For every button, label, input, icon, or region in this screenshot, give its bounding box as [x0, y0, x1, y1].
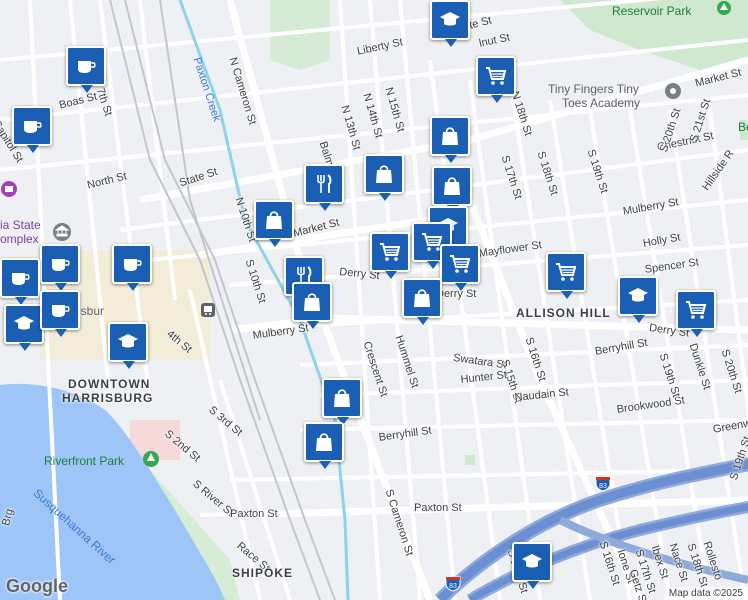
shopping-bag-icon — [444, 177, 460, 195]
area-allison-hill: ALLISON HILL — [516, 306, 611, 320]
shopping-cart-icon — [450, 255, 471, 273]
park-tree-icon — [143, 451, 159, 467]
map-pin-education[interactable] — [430, 0, 470, 47]
label-park-right-edge: Be — [738, 120, 748, 134]
poi-capitol-line2: omplex — [0, 232, 39, 246]
map-pin-store[interactable] — [402, 278, 442, 325]
map-pin-education[interactable] — [618, 276, 658, 323]
map-attribution[interactable]: Map data ©2025 — [663, 587, 748, 600]
shopping-cart-icon — [380, 243, 401, 261]
graduation-cap-icon — [14, 316, 34, 330]
shopping-bag-icon — [266, 211, 282, 229]
map-pin-store[interactable] — [364, 154, 404, 201]
graduation-cap-icon — [522, 554, 542, 568]
museum-icon[interactable] — [0, 180, 18, 198]
area-downtown-line2: HARRISBURG — [62, 391, 154, 405]
i83-south-label: 83 — [449, 583, 457, 590]
map-pin-store[interactable] — [292, 282, 332, 329]
shopping-cart-icon — [556, 263, 577, 281]
graduation-cap-icon — [628, 288, 648, 302]
poi-harrisburg-partial: isbur — [78, 304, 105, 318]
map-pin-store[interactable] — [432, 166, 472, 213]
label-reservoir-park: Reservoir Park — [612, 4, 692, 18]
map-pin-education[interactable] — [4, 304, 44, 351]
interstate-shield-icon: 83 — [595, 476, 611, 492]
coffee-cup-icon — [78, 61, 96, 73]
street-paxton-st: Paxton St — [414, 502, 462, 514]
map-pin-store[interactable] — [304, 422, 344, 469]
interstate-shield-icon: 83 — [445, 576, 461, 592]
map-pin-shopping[interactable] — [546, 252, 586, 299]
street-paxton-st-left: Paxton St — [230, 508, 278, 520]
coffee-cup-icon — [52, 305, 70, 317]
coffee-cup-icon — [52, 259, 70, 271]
area-downtown-line1: DOWNTOWN — [68, 377, 151, 391]
map-pin-education[interactable] — [108, 322, 148, 369]
label-riverfront-park: Riverfront Park — [44, 454, 125, 468]
map-pin-cafe[interactable] — [0, 258, 40, 305]
map-pin-store[interactable] — [430, 116, 470, 163]
poi-capitol-line1: ia State — [0, 218, 41, 232]
map-pin-cafe[interactable] — [40, 244, 80, 291]
park-tree-icon — [717, 1, 731, 15]
train-station-icon[interactable] — [200, 302, 216, 318]
map-pin-restaurant[interactable] — [304, 164, 344, 211]
map-pin-cafe[interactable] — [12, 106, 52, 153]
shopping-bag-icon — [414, 289, 430, 307]
graduation-cap-icon — [440, 12, 460, 26]
map-pin-cafe[interactable] — [112, 244, 152, 291]
shopping-bag-icon — [442, 127, 458, 145]
map-pin-education[interactable] — [512, 542, 552, 589]
map-pin-shopping[interactable] — [440, 244, 480, 291]
map-pin-shopping[interactable] — [676, 290, 716, 337]
shopping-bag-icon — [334, 389, 350, 407]
map-pin-store[interactable] — [322, 378, 362, 425]
landmark-icon[interactable] — [52, 222, 72, 242]
i83-east-label: 83 — [599, 483, 607, 490]
google-logo: Google — [6, 576, 68, 596]
graduation-cap-icon — [118, 334, 138, 348]
area-shipoke: SHIPOKE — [232, 566, 294, 580]
map-pin-cafe[interactable] — [66, 46, 106, 93]
fork-knife-icon — [317, 174, 332, 193]
coffee-cup-icon — [124, 259, 142, 271]
coffee-cup-icon — [12, 273, 30, 285]
map-pin-shopping[interactable] — [476, 56, 516, 103]
map-pin-shopping[interactable] — [370, 232, 410, 279]
poi-tiny-fingers-line1: Tiny Fingers Tiny — [548, 82, 639, 96]
coffee-cup-icon — [24, 121, 42, 133]
map-pin-cafe[interactable] — [40, 290, 80, 337]
map-pin-store[interactable] — [254, 200, 294, 247]
shopping-bag-icon — [304, 293, 320, 311]
poi-pin-icon[interactable] — [664, 82, 682, 100]
poi-tiny-fingers-line2: Toes Academy — [562, 96, 641, 110]
shopping-bag-icon — [316, 433, 332, 451]
shopping-cart-icon — [486, 67, 507, 85]
shopping-bag-icon — [376, 165, 392, 183]
map-canvas[interactable]: Liberty St State St N Cameron St Paxton … — [0, 0, 748, 600]
shopping-cart-icon — [686, 301, 707, 319]
